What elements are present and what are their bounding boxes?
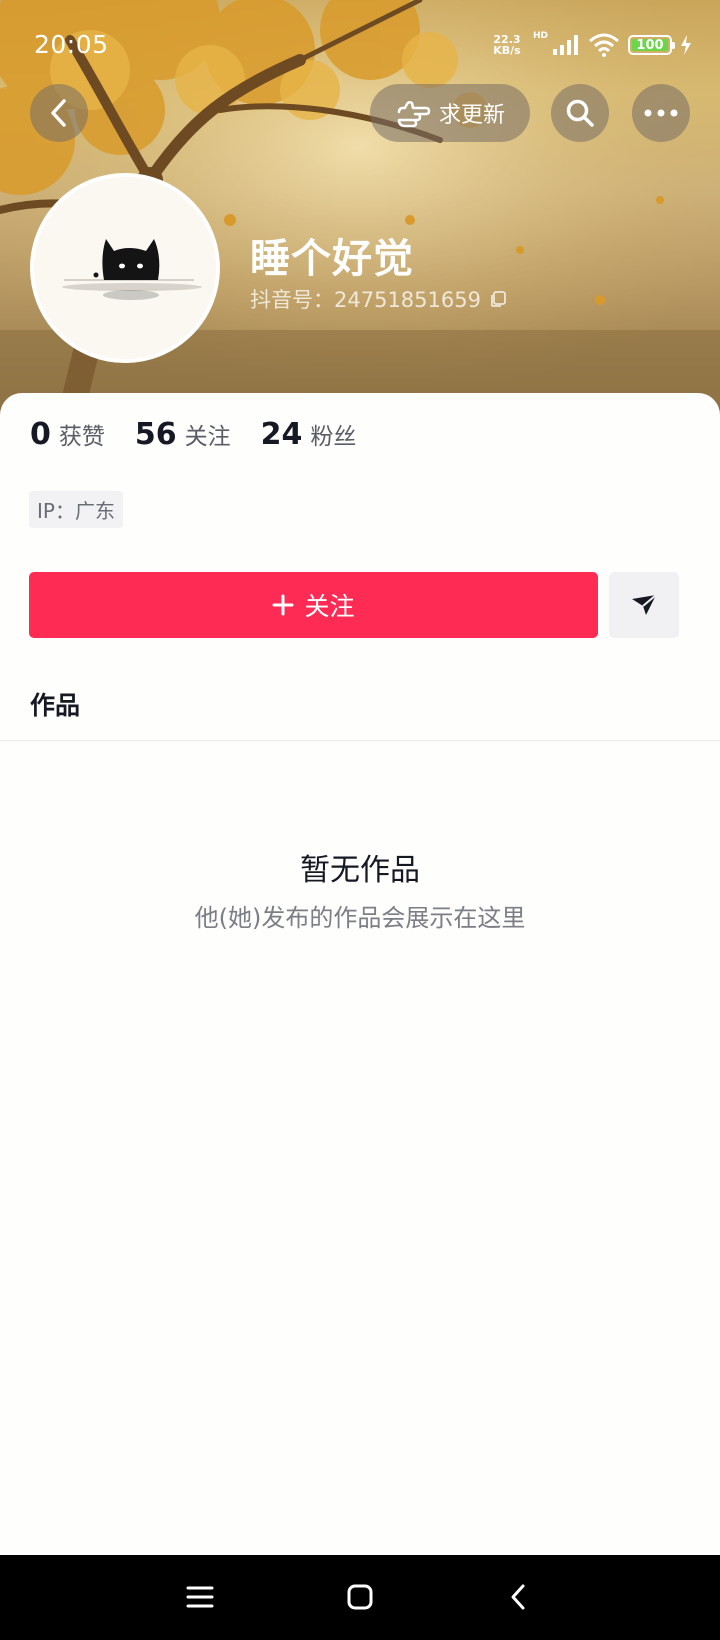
stat-likes[interactable]: 0 获赞 xyxy=(30,417,105,452)
divider xyxy=(0,740,720,741)
profile-content: 0 获赞 56 关注 24 粉丝 IP：广东 关注 作品 暂无作品 他(她)发布… xyxy=(0,393,720,1555)
search-button[interactable] xyxy=(551,84,609,142)
ip-location-tag: IP：广东 xyxy=(29,491,123,528)
request-update-button[interactable]: 求更新 xyxy=(370,84,530,142)
stat-followers[interactable]: 24 粉丝 xyxy=(261,417,357,452)
chevron-left-icon xyxy=(51,99,66,127)
search-icon xyxy=(566,99,594,127)
avatar[interactable] xyxy=(30,173,220,363)
send-icon xyxy=(632,594,657,615)
stat-label: 关注 xyxy=(184,424,231,450)
stat-label: 粉丝 xyxy=(310,424,357,450)
menu-icon xyxy=(186,1586,214,1608)
back-button[interactable] xyxy=(30,84,88,142)
empty-state-subtitle: 他(她)发布的作品会展示在这里 xyxy=(194,904,526,932)
douyin-id: 抖音号：24751851659 xyxy=(250,284,507,314)
chevron-left-icon xyxy=(511,1584,525,1610)
hd-indicator: HD xyxy=(532,31,548,41)
square-home-icon xyxy=(347,1584,373,1610)
stat-following[interactable]: 56 关注 xyxy=(135,417,231,452)
battery-icon: 100 xyxy=(628,35,675,55)
copy-icon[interactable] xyxy=(489,290,507,308)
status-time: 20:05 xyxy=(34,30,109,59)
network-speed: 22.3 KB/s xyxy=(493,33,521,57)
more-button[interactable] xyxy=(632,84,690,142)
system-nav-bar xyxy=(0,1555,720,1640)
hand-pointer-icon xyxy=(397,100,431,128)
profile-name: 睡个好觉 xyxy=(250,236,414,282)
follow-label: 关注 xyxy=(304,592,355,621)
black-cat-avatar-image xyxy=(34,177,216,359)
home-button[interactable] xyxy=(340,1577,380,1617)
profile-stats: 0 获赞 56 关注 24 粉丝 xyxy=(30,417,356,452)
wifi-icon xyxy=(589,33,619,57)
stat-value: 56 xyxy=(134,417,177,452)
request-update-label: 求更新 xyxy=(438,103,505,128)
douyin-id-text: 抖音号：24751851659 xyxy=(250,288,481,312)
send-message-button[interactable] xyxy=(609,572,679,638)
stat-value: 24 xyxy=(260,417,303,452)
signal-icon xyxy=(553,35,578,55)
system-back-button[interactable] xyxy=(498,1577,538,1617)
tab-works[interactable]: 作品 xyxy=(30,686,80,722)
stat-value: 0 xyxy=(30,417,51,452)
status-icons: 22.3 KB/s HD 100 xyxy=(489,30,692,60)
plus-icon xyxy=(272,594,294,616)
recent-apps-button[interactable] xyxy=(180,1577,220,1617)
follow-button[interactable]: 关注 xyxy=(29,572,598,638)
more-dots-icon xyxy=(644,109,678,117)
stat-label: 获赞 xyxy=(58,424,105,450)
charging-icon xyxy=(681,35,691,55)
status-bar: 20:05 22.3 KB/s HD 100 xyxy=(0,0,720,90)
empty-state-title: 暂无作品 xyxy=(300,853,420,888)
